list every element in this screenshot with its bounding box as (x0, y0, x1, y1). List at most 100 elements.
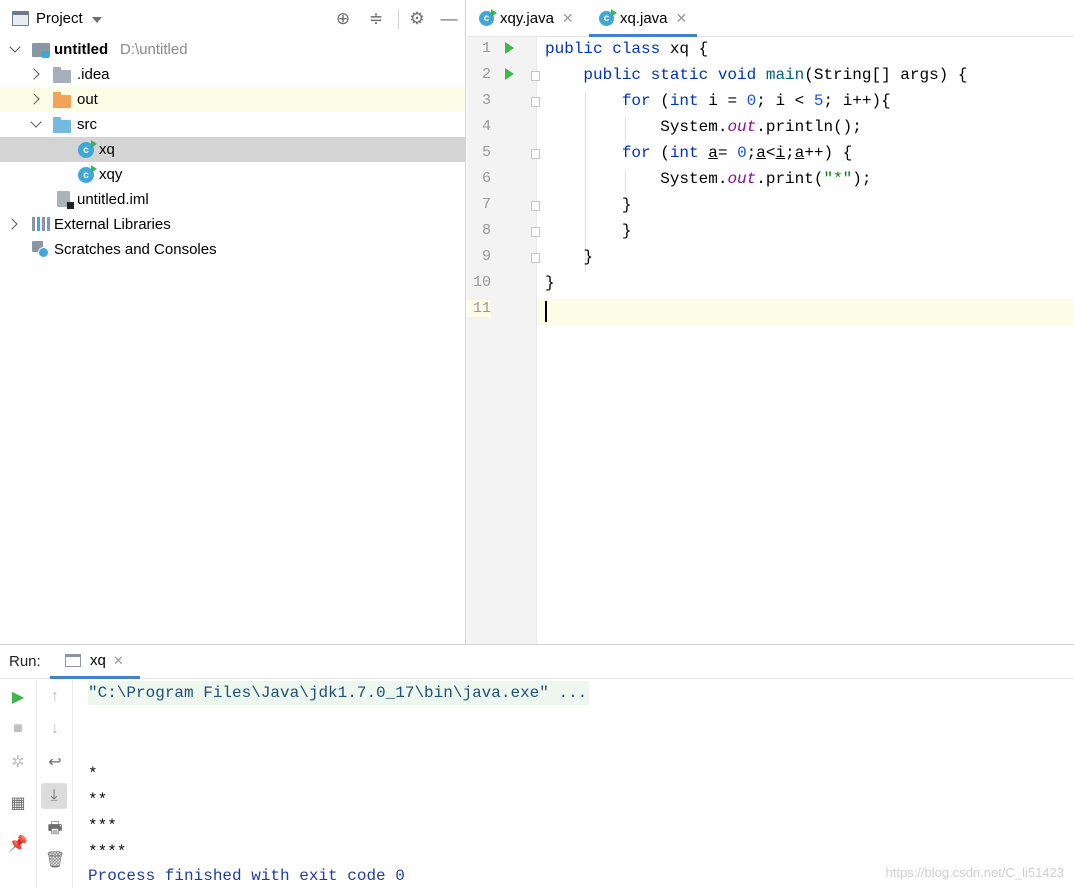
tree-item-xqy[interactable]: c xqy (0, 162, 465, 187)
tree-item-untitled-iml[interactable]: untitled.iml (0, 187, 465, 212)
watermark: https://blog.csdn.net/C_li51423 (885, 865, 1064, 880)
fold-icon[interactable] (531, 227, 540, 237)
tree-item-label: src (77, 116, 97, 133)
chevron-down-icon[interactable] (30, 116, 42, 128)
run-tab-xq[interactable]: xq ✕ (50, 645, 140, 679)
close-icon[interactable]: ✕ (676, 10, 688, 27)
tab-xq-java[interactable]: c xq.java ✕ (589, 0, 698, 37)
debug-bug-icon[interactable]: ✲ (8, 752, 28, 772)
run-toolbar-left: ▶ ■ ✲ ▦ 📌 (0, 680, 37, 888)
tree-item-xq[interactable]: c xq (0, 137, 465, 162)
tree-item-external-libraries[interactable]: External Libraries (0, 212, 465, 237)
scratches-icon (32, 241, 49, 258)
rerun-icon[interactable]: ▶ (8, 687, 28, 707)
scroll-to-end-icon[interactable]: ⤓ (41, 783, 67, 809)
console-output-line: * (88, 765, 98, 783)
arrow-up-icon[interactable]: ↑ (45, 687, 65, 707)
line-number: 5 (481, 144, 491, 161)
stop-icon[interactable]: ■ (8, 719, 28, 739)
line-number: 9 (481, 248, 491, 265)
console-exit-line: Process finished with exit code 0 (88, 867, 405, 885)
line-number: 4 (481, 118, 491, 135)
close-icon[interactable]: ✕ (113, 653, 124, 669)
fold-icon[interactable] (531, 201, 540, 211)
trash-icon[interactable]: 🗑 (45, 850, 65, 870)
iml-file-icon (57, 191, 74, 209)
fold-icon[interactable] (531, 253, 540, 263)
editor-gutter: 1 2 3 4 5 6 7 8 9 10 11 (467, 37, 540, 644)
code-line: System.out.println(); (545, 118, 862, 136)
tab-label: xq.java (620, 9, 668, 27)
folder-icon (53, 67, 71, 83)
pin-icon[interactable]: 📌 (8, 834, 28, 854)
run-method-icon[interactable] (505, 68, 514, 80)
run-header: Run: xq ✕ (0, 645, 1074, 679)
line-number: 11 (467, 300, 491, 317)
chevron-down-icon[interactable] (9, 41, 21, 53)
chevron-right-icon[interactable] (28, 68, 40, 80)
tree-item-label: xqy (99, 166, 123, 183)
locate-icon[interactable]: ⊕ (333, 9, 353, 29)
soft-wrap-icon[interactable]: ↩ (45, 752, 65, 772)
fold-icon[interactable] (531, 71, 540, 81)
tree-item-out[interactable]: out (0, 87, 465, 112)
tree-item-label: untitled.iml (77, 191, 149, 208)
source-folder-icon (53, 117, 71, 133)
run-class-icon[interactable] (505, 42, 514, 54)
tree-item-idea[interactable]: .idea (0, 62, 465, 87)
console-output-line: *** (88, 817, 117, 835)
code-line: for (int i = 0; i < 5; i++){ (621, 92, 891, 110)
arrow-down-icon[interactable]: ↓ (45, 719, 65, 739)
editor-tabbar: c xqy.java ✕ c xq.java ✕ (467, 0, 1074, 37)
chevron-right-icon[interactable] (6, 218, 18, 230)
run-toolbar-right: ↑ ↓ ↩ ⤓ 🖶 🗑 (37, 680, 73, 888)
project-window-icon (12, 11, 29, 26)
run-tab-label: xq (90, 652, 106, 669)
console-output-line: **** (88, 843, 127, 861)
tree-item-untitled[interactable]: untitled D:\untitled (0, 37, 465, 62)
minimize-icon[interactable]: — (439, 9, 459, 29)
tab-xqy-java[interactable]: c xqy.java ✕ (479, 0, 574, 36)
tree-item-label: untitled (54, 41, 109, 58)
current-line-highlight (467, 299, 1074, 325)
tree-item-src[interactable]: src (0, 112, 465, 137)
tree-item-scratches[interactable]: Scratches and Consoles (0, 237, 465, 262)
tree-item-label: Scratches and Consoles (54, 241, 217, 258)
fold-icon[interactable] (531, 149, 540, 159)
folder-icon (53, 92, 71, 108)
code-line: } (545, 274, 555, 292)
code-line: public static void main(String[] args) { (583, 66, 968, 84)
tree-item-label: External Libraries (54, 216, 171, 233)
java-class-icon: c (479, 8, 497, 26)
run-label: Run: (9, 653, 41, 670)
collapse-all-icon[interactable]: ≑ (366, 9, 386, 29)
java-class-icon: c (599, 8, 617, 26)
line-number: 10 (472, 274, 491, 291)
close-icon[interactable]: ✕ (562, 10, 574, 27)
project-title[interactable]: Project (36, 10, 83, 27)
line-number: 3 (481, 92, 491, 109)
code-editor[interactable]: c xqy.java ✕ c xq.java ✕ 1 2 3 4 5 6 7 8… (467, 0, 1074, 644)
tab-label: xqy.java (500, 9, 554, 27)
chevron-down-icon[interactable] (91, 16, 102, 23)
code-line: } (545, 196, 632, 214)
fold-icon[interactable] (531, 97, 540, 107)
line-number: 1 (481, 40, 491, 57)
code-line: } (545, 222, 632, 240)
print-icon[interactable]: 🖶 (45, 820, 65, 840)
layout-icon[interactable]: ▦ (8, 793, 28, 813)
line-number: 7 (481, 196, 491, 213)
project-panel: Project ⊕ ≑ ⚙ — untitled D:\untitled .id… (0, 0, 466, 644)
chevron-right-icon[interactable] (28, 93, 40, 105)
java-class-icon: c (78, 165, 97, 183)
text-caret (545, 301, 547, 322)
code-line: for (int a= 0;a<i;a++) { (621, 144, 853, 162)
console-output-line: ** (88, 791, 108, 809)
java-class-icon: c (78, 140, 97, 158)
module-badge-icon (42, 51, 49, 58)
line-number: 8 (481, 222, 491, 239)
gear-icon[interactable]: ⚙ (407, 9, 427, 29)
line-number: 2 (481, 66, 491, 83)
code-line: System.out.print("*"); (545, 170, 872, 188)
tree-item-label: xq (99, 141, 115, 158)
